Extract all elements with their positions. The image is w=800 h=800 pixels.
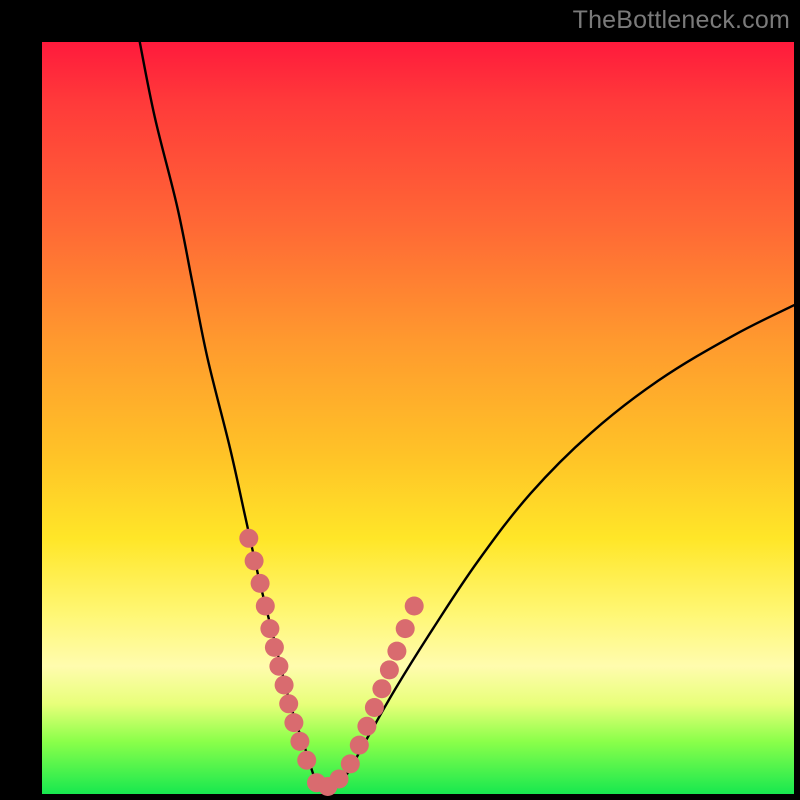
plot-area (42, 42, 794, 794)
bottleneck-curve (140, 42, 794, 789)
marker-dot (357, 717, 376, 736)
marker-dot (350, 736, 369, 755)
marker-dot (396, 619, 415, 638)
marker-dot (297, 751, 316, 770)
marker-dot (380, 660, 399, 679)
marker-dot (245, 551, 264, 570)
curve-layer (42, 42, 794, 794)
marker-dot (284, 713, 303, 732)
watermark-text: TheBottleneck.com (573, 6, 790, 35)
marker-dot (279, 694, 298, 713)
marker-dot (405, 597, 424, 616)
marker-dot (365, 698, 384, 717)
marker-dot (256, 597, 275, 616)
marker-dot (251, 574, 270, 593)
marker-dot (239, 529, 258, 548)
marker-dot (265, 638, 284, 657)
marker-dots (239, 529, 423, 796)
marker-dot (260, 619, 279, 638)
marker-dot (387, 642, 406, 661)
marker-dot (330, 770, 349, 789)
chart-frame: TheBottleneck.com (0, 0, 800, 800)
marker-dot (290, 732, 309, 751)
marker-dot (269, 657, 288, 676)
marker-dot (275, 676, 294, 695)
marker-dot (372, 679, 391, 698)
marker-dot (341, 754, 360, 773)
